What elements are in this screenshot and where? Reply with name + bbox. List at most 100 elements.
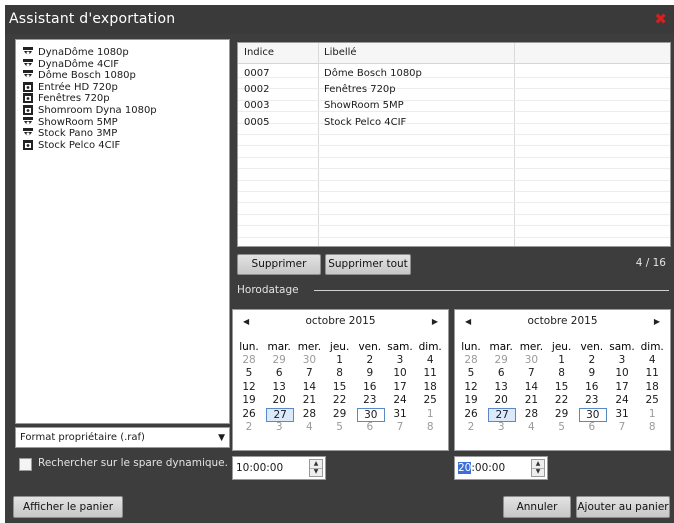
- add-to-cart-button[interactable]: Ajouter au panier: [576, 496, 670, 518]
- stepper-down-icon[interactable]: ▼: [532, 468, 544, 476]
- calendar-day[interactable]: 14: [296, 381, 322, 393]
- cancel-button[interactable]: Annuler: [503, 496, 571, 518]
- calendar-day[interactable]: 19: [236, 394, 262, 406]
- calendar-day[interactable]: 3: [266, 421, 292, 433]
- calendar-day[interactable]: 14: [518, 381, 544, 393]
- calendar-day[interactable]: 13: [266, 381, 292, 393]
- calendar-day[interactable]: 7: [609, 421, 635, 433]
- calendar-day[interactable]: 6: [579, 421, 605, 433]
- calendar-day[interactable]: 4: [417, 354, 443, 366]
- calendar-day[interactable]: 29: [488, 354, 514, 366]
- format-select[interactable]: Format propriétaire (.raf) ▼: [15, 427, 230, 448]
- calendar-day[interactable]: 2: [579, 354, 605, 366]
- calendar-day[interactable]: 10: [609, 367, 635, 379]
- calendar-day[interactable]: 7: [296, 367, 322, 379]
- calendar-day[interactable]: 23: [579, 394, 605, 406]
- calendar-day[interactable]: 20: [488, 394, 514, 406]
- calendar-day[interactable]: 22: [549, 394, 575, 406]
- calendar-day[interactable]: 2: [458, 421, 484, 433]
- calendar-day[interactable]: 2: [236, 421, 262, 433]
- calendar-day-today[interactable]: 30: [578, 407, 607, 422]
- calendar-day-selected[interactable]: 27: [488, 407, 517, 422]
- calendar-day[interactable]: 28: [296, 408, 322, 420]
- calendar-day[interactable]: 20: [266, 394, 292, 406]
- calendar-day[interactable]: 7: [518, 367, 544, 379]
- calendar-day[interactable]: 6: [357, 421, 383, 433]
- end-date-calendar[interactable]: ◀ ▶ octobre 2015 lun. mar. mer. jeu. ven. sam. di…: [454, 309, 671, 451]
- calendar-day-selected[interactable]: 27: [266, 407, 295, 422]
- calendar-day[interactable]: 15: [327, 381, 353, 393]
- chevron-down-icon[interactable]: ▼: [218, 429, 225, 448]
- calendar-day[interactable]: 10: [387, 367, 413, 379]
- calendar-day[interactable]: 2: [357, 354, 383, 366]
- close-icon[interactable]: ✖: [654, 10, 667, 28]
- calendar-day[interactable]: 8: [549, 367, 575, 379]
- camera-list[interactable]: DynaDôme 1080p DynaDôme 4CIF Dôme Bosch 10…: [15, 39, 230, 424]
- spare-search-checkbox[interactable]: [19, 458, 32, 471]
- calendar-day[interactable]: 24: [609, 394, 635, 406]
- calendar-day[interactable]: 8: [639, 421, 665, 433]
- calendar-day[interactable]: 11: [417, 367, 443, 379]
- calendar-day[interactable]: 16: [357, 381, 383, 393]
- delete-button[interactable]: Supprimer: [237, 254, 321, 275]
- calendar-day[interactable]: 15: [549, 381, 575, 393]
- calendar-day[interactable]: 1: [549, 354, 575, 366]
- calendar-day[interactable]: 3: [387, 354, 413, 366]
- calendar-day[interactable]: 6: [266, 367, 292, 379]
- calendar-day[interactable]: 1: [639, 408, 665, 420]
- calendar-day[interactable]: 12: [458, 381, 484, 393]
- start-time-input[interactable]: 10:00:00 ▲ ▼: [232, 456, 326, 480]
- delete-all-button[interactable]: Supprimer tout: [325, 254, 411, 275]
- calendar-day[interactable]: 23: [357, 394, 383, 406]
- calendar-day[interactable]: 1: [417, 408, 443, 420]
- calendar-day[interactable]: 8: [417, 421, 443, 433]
- calendar-day[interactable]: 13: [488, 381, 514, 393]
- calendar-day[interactable]: 4: [639, 354, 665, 366]
- start-date-calendar[interactable]: ◀ ▶ octobre 2015 lun. mar. mer. jeu. ven. sam. di…: [232, 309, 449, 451]
- calendar-day[interactable]: 8: [327, 367, 353, 379]
- calendar-day[interactable]: 18: [639, 381, 665, 393]
- calendar-day[interactable]: 31: [387, 408, 413, 420]
- calendar-day[interactable]: 5: [327, 421, 353, 433]
- calendar-day[interactable]: 5: [236, 367, 262, 379]
- calendar-day[interactable]: 21: [518, 394, 544, 406]
- export-table[interactable]: Indice Libellé 0007 Dôme Bosch 1080p 0002 F…: [237, 42, 671, 247]
- calendar-day[interactable]: 17: [387, 381, 413, 393]
- calendar-day[interactable]: 26: [236, 408, 262, 420]
- calendar-day[interactable]: 3: [488, 421, 514, 433]
- calendar-day[interactable]: 25: [639, 394, 665, 406]
- calendar-day[interactable]: 6: [488, 367, 514, 379]
- calendar-day[interactable]: 19: [458, 394, 484, 406]
- calendar-day[interactable]: 30: [518, 354, 544, 366]
- column-header-label-name[interactable]: Libellé: [319, 43, 514, 64]
- calendar-day[interactable]: 29: [266, 354, 292, 366]
- calendar-day[interactable]: 31: [609, 408, 635, 420]
- calendar-day[interactable]: 30: [296, 354, 322, 366]
- calendar-day[interactable]: 11: [639, 367, 665, 379]
- calendar-day[interactable]: 25: [417, 394, 443, 406]
- calendar-day[interactable]: 24: [387, 394, 413, 406]
- column-header-index[interactable]: Indice: [238, 43, 318, 64]
- calendar-day[interactable]: 29: [549, 408, 575, 420]
- calendar-day[interactable]: 5: [458, 367, 484, 379]
- calendar-day[interactable]: 22: [327, 394, 353, 406]
- calendar-day[interactable]: 28: [236, 354, 262, 366]
- calendar-day[interactable]: 16: [579, 381, 605, 393]
- calendar-day[interactable]: 17: [609, 381, 635, 393]
- calendar-day[interactable]: 1: [327, 354, 353, 366]
- stepper-down-icon[interactable]: ▼: [310, 468, 322, 476]
- calendar-day[interactable]: 28: [518, 408, 544, 420]
- calendar-day[interactable]: 29: [327, 408, 353, 420]
- calendar-day[interactable]: 5: [549, 421, 575, 433]
- calendar-day[interactable]: 7: [387, 421, 413, 433]
- calendar-day[interactable]: 3: [609, 354, 635, 366]
- end-time-stepper[interactable]: ▲ ▼: [531, 459, 545, 477]
- calendar-day[interactable]: 12: [236, 381, 262, 393]
- calendar-day[interactable]: 9: [579, 367, 605, 379]
- calendar-day[interactable]: 28: [458, 354, 484, 366]
- calendar-day[interactable]: 4: [296, 421, 322, 433]
- calendar-day[interactable]: 9: [357, 367, 383, 379]
- calendar-day[interactable]: 21: [296, 394, 322, 406]
- camera-list-item[interactable]: Stock Pelco 4CIF: [22, 139, 120, 152]
- calendar-day[interactable]: 18: [417, 381, 443, 393]
